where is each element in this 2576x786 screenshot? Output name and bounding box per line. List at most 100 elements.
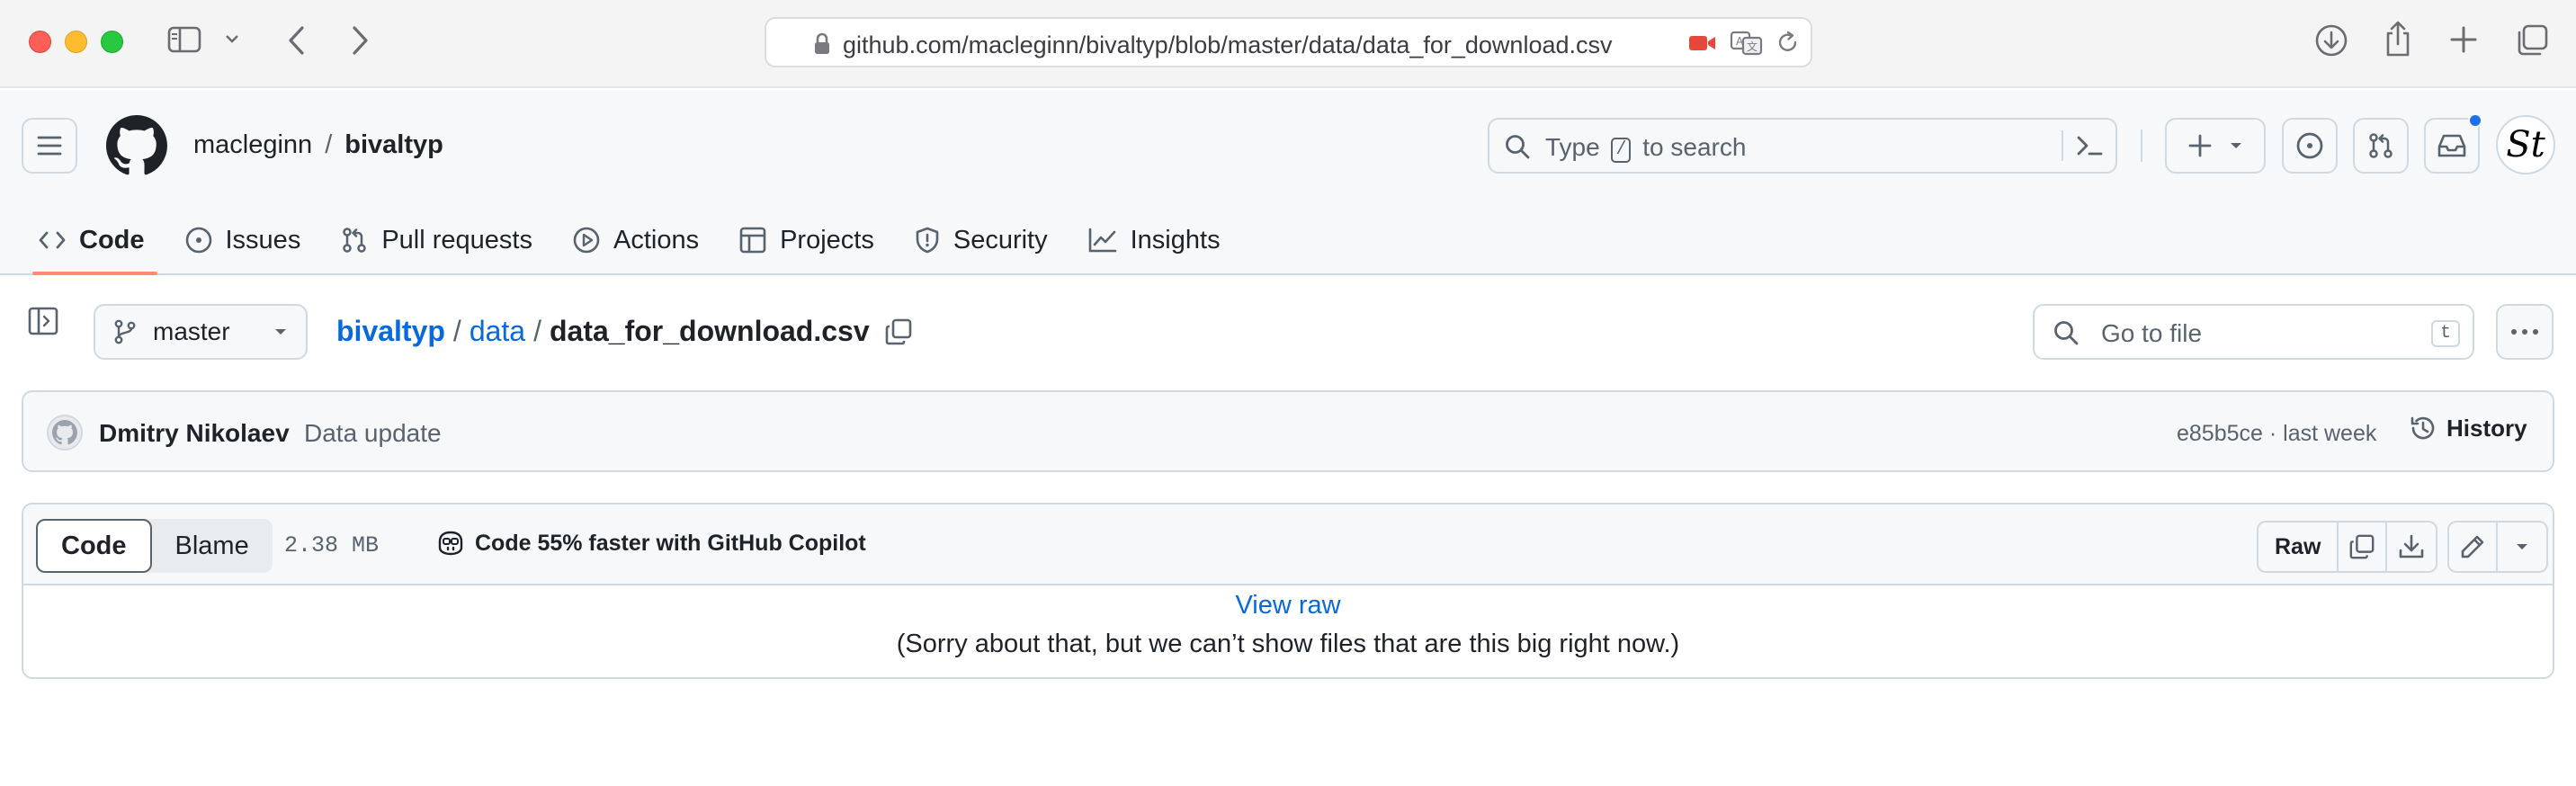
code-view-button[interactable]: Code	[36, 519, 152, 573]
breadcrumb-repo-link[interactable]: bivaltyp	[336, 315, 445, 348]
go-to-file-input[interactable]: Go to file t	[2033, 304, 2474, 360]
copy-icon[interactable]	[884, 317, 913, 346]
downloads-icon[interactable]	[2314, 23, 2348, 58]
commit-hash-and-time[interactable]: e85b5ce · last week	[2177, 421, 2376, 447]
copy-raw-button[interactable]	[2339, 523, 2388, 571]
commit-message[interactable]: Data update	[304, 419, 442, 448]
tab-label: Code	[79, 225, 145, 255]
new-tab-icon[interactable]	[2448, 24, 2479, 55]
window-close-button[interactable]	[29, 31, 51, 53]
search-icon	[2053, 319, 2080, 346]
copilot-icon	[435, 530, 466, 557]
window-zoom-button[interactable]	[101, 31, 123, 53]
history-button[interactable]: History	[2409, 414, 2527, 442]
menu-icon	[36, 135, 63, 156]
copy-icon	[2348, 533, 2375, 560]
command-palette-icon[interactable]	[2074, 132, 2105, 159]
tab-projects[interactable]: Projects	[726, 209, 887, 272]
branch-name: master	[153, 317, 230, 345]
raw-actions-group: Raw	[2257, 521, 2438, 573]
pull-request-icon	[2366, 131, 2395, 160]
play-icon	[572, 226, 601, 255]
window-minimize-button[interactable]	[65, 31, 87, 53]
view-raw-link[interactable]: View raw	[23, 591, 2553, 621]
avatar-initials: St	[2506, 124, 2545, 165]
notification-indicator	[2468, 113, 2482, 128]
tab-code[interactable]: Code	[25, 209, 157, 275]
create-new-button[interactable]	[2165, 118, 2266, 174]
file-too-large-message: (Sorry about that, but we can’t show fil…	[896, 630, 1680, 658]
table-icon	[738, 226, 767, 255]
issue-icon	[184, 226, 213, 255]
tab-security[interactable]: Security	[901, 209, 1060, 272]
go-to-file-shortcut-key: t	[2431, 320, 2460, 347]
forward-icon[interactable]	[349, 25, 371, 56]
code-icon	[38, 228, 67, 252]
tab-insights[interactable]: Insights	[1075, 209, 1233, 272]
tab-label: Security	[953, 225, 1048, 255]
search-placeholder: Type / to search	[1545, 133, 1747, 163]
view-mode-toggle: Code Blame	[36, 519, 273, 573]
tab-label: Projects	[780, 225, 874, 255]
pull-requests-button[interactable]	[2353, 118, 2409, 174]
back-icon[interactable]	[286, 25, 308, 56]
tab-overview-icon[interactable]	[2515, 23, 2549, 58]
camera-recording-icon[interactable]	[1688, 32, 1717, 54]
menu-button[interactable]	[22, 118, 77, 174]
chevron-down-icon[interactable]	[225, 33, 239, 44]
search-input[interactable]: Type / to search	[1488, 118, 2117, 174]
lock-icon	[813, 32, 831, 56]
plus-icon	[2187, 133, 2213, 158]
address-bar[interactable]: github.com/macleginn/bivaltyp/blob/maste…	[765, 17, 1812, 67]
avatar[interactable]	[47, 415, 83, 451]
issues-button[interactable]	[2282, 118, 2338, 174]
breadcrumb-folder-link[interactable]: data	[470, 315, 525, 348]
github-logo-icon[interactable]	[106, 115, 167, 176]
tab-actions[interactable]: Actions	[559, 209, 711, 272]
search-icon	[1504, 133, 1531, 160]
expand-file-tree-icon[interactable]	[27, 306, 59, 336]
branch-selector[interactable]: master	[94, 304, 308, 360]
avatar[interactable]: St	[2496, 115, 2555, 174]
pull-request-icon	[340, 226, 369, 255]
file-content-area: View raw (Sorry about that, but we can’t…	[23, 585, 2553, 677]
tab-pull-requests[interactable]: Pull requests	[327, 209, 545, 272]
edit-actions-group	[2447, 521, 2548, 573]
file-size: 2.38 MB	[284, 532, 380, 558]
edit-options-dropdown[interactable]	[2498, 523, 2546, 571]
kebab-horizontal-icon	[2510, 328, 2539, 335]
share-icon[interactable]	[2384, 20, 2412, 58]
more-options-button[interactable]	[2496, 304, 2554, 360]
download-raw-button[interactable]	[2387, 523, 2436, 571]
inbox-icon	[2437, 132, 2467, 159]
copilot-promo-text: Code 55% faster with GitHub Copilot	[475, 530, 866, 556]
triangle-down-icon	[273, 327, 288, 336]
latest-commit-bar: Dmitry Nikolaev Data update e85b5ce · la…	[22, 390, 2554, 472]
go-to-file-placeholder: Go to file	[2101, 319, 2203, 347]
repo-link[interactable]: bivaltyp	[344, 130, 443, 159]
tab-label: Actions	[613, 225, 700, 255]
git-branch-icon	[113, 318, 137, 345]
tab-label: Issues	[225, 225, 301, 255]
raw-button[interactable]: Raw	[2258, 523, 2339, 571]
breadcrumb: bivaltyp / data / data_for_download.csv	[336, 315, 913, 348]
tab-issues[interactable]: Issues	[172, 209, 314, 272]
edit-file-button[interactable]	[2449, 523, 2498, 571]
breadcrumb-separator: /	[452, 315, 461, 347]
issue-opened-icon	[2295, 131, 2324, 160]
history-label: History	[2446, 414, 2527, 442]
file-viewer: Code Blame 2.38 MB Code 55% faster with …	[22, 503, 2554, 679]
blame-view-button[interactable]: Blame	[152, 519, 273, 573]
url-text: github.com/macleginn/bivaltyp/blob/maste…	[843, 31, 1613, 58]
history-icon	[2409, 414, 2437, 442]
reload-icon[interactable]	[1776, 31, 1800, 56]
copilot-promo-link[interactable]: Code 55% faster with GitHub Copilot	[435, 530, 866, 557]
owner-link[interactable]: macleginn	[193, 130, 312, 159]
file-viewer-header: Code Blame 2.38 MB Code 55% faster with …	[23, 505, 2553, 585]
breadcrumb-file-name: data_for_download.csv	[549, 315, 870, 347]
triangle-down-icon	[2229, 141, 2243, 150]
translate-icon[interactable]: A文	[1730, 30, 1764, 57]
sidebar-icon[interactable]	[167, 25, 201, 54]
commit-author[interactable]: Dmitry Nikolaev	[99, 419, 290, 448]
repo-tabs: Code Issues Pull requests Actions Projec…	[25, 209, 1248, 275]
